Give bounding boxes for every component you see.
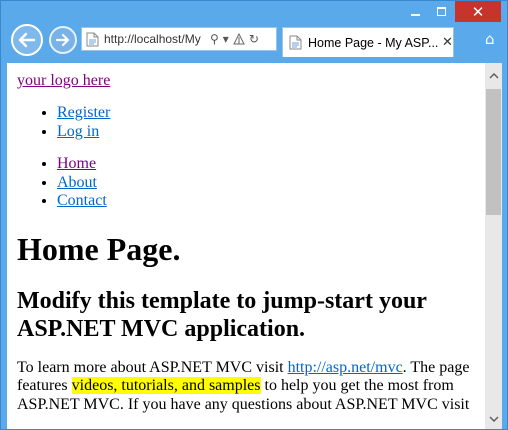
navigation-bar: ⚲ ▾ ↻ Home Page - My ASP.... ✕ ⌂ [1,21,508,63]
tab-title: Home Page - My ASP.... [308,35,438,50]
register-link[interactable]: Register [57,104,110,121]
back-arrow-icon [18,32,36,48]
maximize-icon [437,7,446,16]
list-item: Register [57,104,475,123]
vertical-scrollbar[interactable] [485,63,502,429]
scroll-down-button[interactable] [485,410,502,427]
page-icon [86,32,99,46]
page-title: Home Page. [17,230,181,267]
url-input[interactable] [104,32,204,46]
scroll-up-button[interactable] [485,67,502,84]
menu-contact-link[interactable]: Contact [57,192,107,209]
close-icon: ✕ [471,2,485,21]
page-viewport: your logo here Register Log in Home Abou… [7,63,485,429]
chevron-down-icon [488,415,499,422]
intro-paragraph: To learn more about ASP.NET MVC visit ht… [17,359,475,415]
compatibility-view-icon[interactable] [233,33,245,45]
address-tools: ⚲ ▾ ↻ [210,32,259,46]
scroll-thumb[interactable] [486,89,501,215]
address-bar[interactable]: ⚲ ▾ ↻ [81,27,277,51]
list-item: Contact [57,192,475,211]
tab-close-icon[interactable]: ✕ [442,35,453,50]
close-window-button[interactable]: ✕ [455,1,501,22]
forward-button[interactable] [49,26,77,54]
minimize-button[interactable] [402,1,428,22]
tab-page-icon [289,35,302,50]
forward-arrow-icon [55,33,70,47]
login-links: Register Log in [57,104,475,141]
highlighted-text: videos, tutorials, and samples [71,377,261,394]
tab-home-page[interactable]: Home Page - My ASP.... ✕ [282,27,454,57]
window-controls: ✕ [402,1,501,22]
menu-home-link[interactable]: Home [57,155,96,172]
minimize-icon [410,13,420,16]
main-menu: Home About Contact [57,155,475,211]
menu-about-link[interactable]: About [57,174,97,191]
logo-link[interactable]: your logo here [17,72,110,90]
page-subtitle: Modify this template to jump-start your … [17,287,427,342]
list-item: Home [57,155,475,174]
dropdown-icon[interactable]: ▾ [223,32,229,46]
list-item: Log in [57,123,475,142]
login-link[interactable]: Log in [57,123,99,140]
maximize-button[interactable] [428,1,455,22]
browser-window: ✕ ⚲ ▾ [0,0,508,430]
intro-text-1: To learn more about ASP.NET MVC visit [17,358,288,376]
new-tab-icon[interactable]: ⌂ [485,30,503,48]
asp-net-mvc-link[interactable]: http://asp.net/mvc [288,359,403,376]
back-button[interactable] [11,24,43,56]
list-item: About [57,174,475,193]
refresh-icon[interactable]: ↻ [249,32,259,46]
search-icon[interactable]: ⚲ [210,32,219,46]
page-content: your logo here Register Log in Home Abou… [7,63,485,414]
chevron-up-icon [488,72,499,79]
